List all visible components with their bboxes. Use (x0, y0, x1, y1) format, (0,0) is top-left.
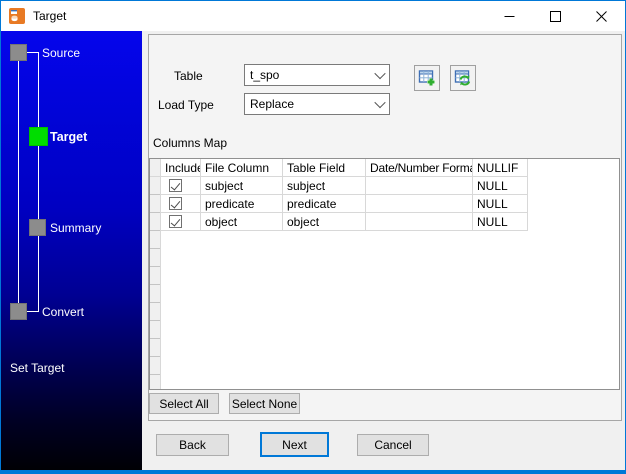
table-row: predicate predicate NULL (150, 195, 619, 213)
load-type-label: Load Type (158, 98, 214, 112)
load-type-combobox-value: Replace (250, 97, 295, 111)
titlebar: Target (1, 1, 625, 31)
maximize-icon (549, 10, 561, 22)
close-button[interactable] (578, 1, 624, 31)
nullif-cell[interactable]: NULL (473, 177, 528, 195)
row-selector-strip (150, 177, 161, 389)
date-number-format-cell[interactable] (366, 177, 473, 195)
step-connector-line-left (18, 52, 19, 312)
step-marker-source (10, 44, 27, 61)
step-label-convert: Convert (42, 305, 85, 319)
file-column-cell[interactable]: subject (201, 177, 283, 195)
step-marker-target (29, 127, 48, 146)
header-nullif[interactable]: NULLIF (473, 159, 528, 177)
step-marker-summary (29, 219, 46, 236)
file-column-cell[interactable]: object (201, 213, 283, 231)
table-combobox[interactable]: t_spo (244, 64, 390, 86)
target-dialog-window: Target Source Target Summary Convert Set… (0, 0, 626, 474)
sidebar-caption: Set Target (10, 361, 65, 375)
load-type-combobox[interactable]: Replace (244, 93, 390, 115)
refresh-tables-button[interactable] (450, 65, 476, 91)
include-checkbox[interactable] (169, 197, 182, 210)
back-button[interactable]: Back (156, 434, 229, 456)
date-number-format-cell[interactable] (366, 213, 473, 231)
step-label-target: Target (50, 130, 88, 144)
header-file-column[interactable]: File Column (201, 159, 283, 177)
table-combobox-value: t_spo (250, 68, 280, 82)
table-field-cell[interactable]: predicate (283, 195, 366, 213)
window-title: Target (33, 9, 67, 23)
table-add-icon (418, 70, 435, 86)
header-date-number-format[interactable]: Date/Number Format (366, 159, 473, 177)
table-field-cell[interactable]: object (283, 213, 366, 231)
include-checkbox[interactable] (169, 179, 182, 192)
grid-header-row: Include File Column Table Field Date/Num… (150, 159, 619, 177)
chevron-down-icon (371, 67, 389, 80)
table-row: subject subject NULL (150, 177, 619, 195)
create-table-button[interactable] (414, 65, 440, 91)
close-icon (595, 10, 607, 22)
include-checkbox[interactable] (169, 215, 182, 228)
step-marker-convert (10, 303, 27, 320)
table-row: object object NULL (150, 213, 619, 231)
date-number-format-cell[interactable] (366, 195, 473, 213)
nullif-cell[interactable]: NULL (473, 213, 528, 231)
header-include[interactable]: Include (161, 159, 201, 177)
chevron-down-icon (371, 96, 389, 109)
wizard-steps-sidebar: Source Target Summary Convert Set Target (1, 31, 142, 472)
minimize-icon (504, 15, 514, 17)
app-icon (9, 8, 25, 24)
minimize-button[interactable] (486, 1, 532, 31)
select-none-button[interactable]: Select None (229, 393, 300, 414)
include-cell (161, 195, 201, 213)
file-column-cell[interactable]: predicate (201, 195, 283, 213)
cancel-button[interactable]: Cancel (357, 434, 429, 456)
columns-map-label: Columns Map (153, 136, 228, 150)
header-table-field[interactable]: Table Field (283, 159, 366, 177)
maximize-button[interactable] (532, 1, 578, 31)
include-cell (161, 177, 201, 195)
columns-map-grid[interactable]: Include File Column Table Field Date/Num… (149, 158, 620, 390)
table-label: Table (174, 69, 203, 83)
step-label-source: Source (42, 46, 81, 60)
table-refresh-icon (454, 70, 471, 86)
select-all-button[interactable]: Select All (149, 393, 219, 414)
step-label-summary: Summary (50, 221, 102, 235)
nullif-cell[interactable]: NULL (473, 195, 528, 213)
table-field-cell[interactable]: subject (283, 177, 366, 195)
selector-header-cell (150, 159, 161, 177)
window-bottom-border (1, 470, 625, 473)
next-button[interactable]: Next (260, 432, 329, 457)
include-cell (161, 213, 201, 231)
step-connector-line-right (38, 52, 39, 312)
